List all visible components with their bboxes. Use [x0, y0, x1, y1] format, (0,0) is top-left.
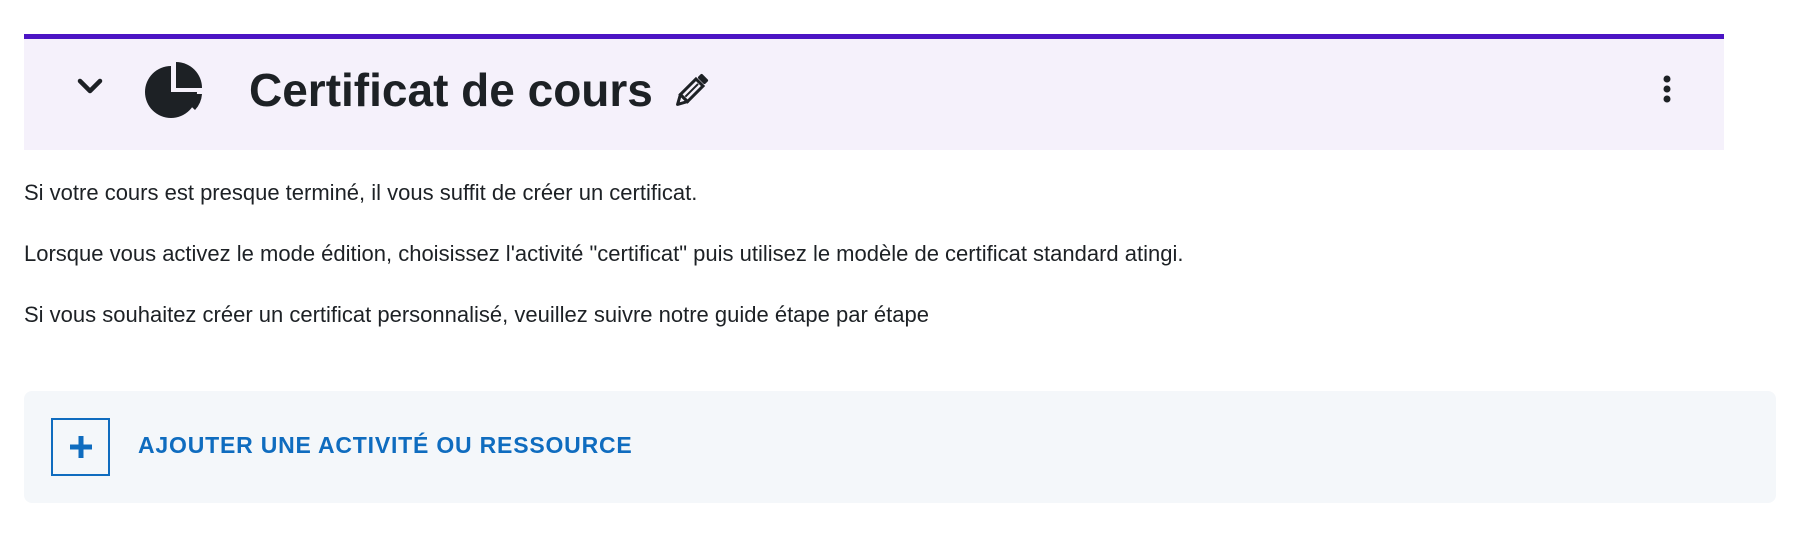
pencil-icon [675, 73, 708, 106]
section-header: Certificat de cours [24, 34, 1724, 150]
add-activity-label: AJOUTER UNE ACTIVITÉ OU RESSOURCE [138, 432, 633, 458]
add-activity-icon-box [51, 418, 110, 476]
chevron-down-icon [77, 78, 103, 94]
section-actions-menu-button[interactable] [1652, 69, 1682, 109]
summary-paragraph: Si votre cours est presque terminé, il v… [24, 180, 698, 205]
summary-paragraph: Lorsque vous activez le mode édition, ch… [24, 240, 1184, 266]
pie-chart-icon [145, 62, 202, 118]
section-summary: Si votre cours est presque terminé, il v… [24, 178, 1724, 360]
kebab-menu-icon [1663, 75, 1671, 103]
add-activity-button[interactable]: AJOUTER UNE ACTIVITÉ OU RESSOURCE [24, 391, 1776, 503]
summary-paragraph: Si vous souhaitez créer un certificat pe… [24, 301, 929, 327]
section-title-text: Certificat de cours [249, 64, 653, 116]
collapse-toggle-button[interactable] [70, 67, 110, 107]
edit-title-button[interactable] [669, 69, 713, 113]
plus-icon [69, 436, 92, 458]
section-title: Certificat de cours [249, 63, 713, 118]
